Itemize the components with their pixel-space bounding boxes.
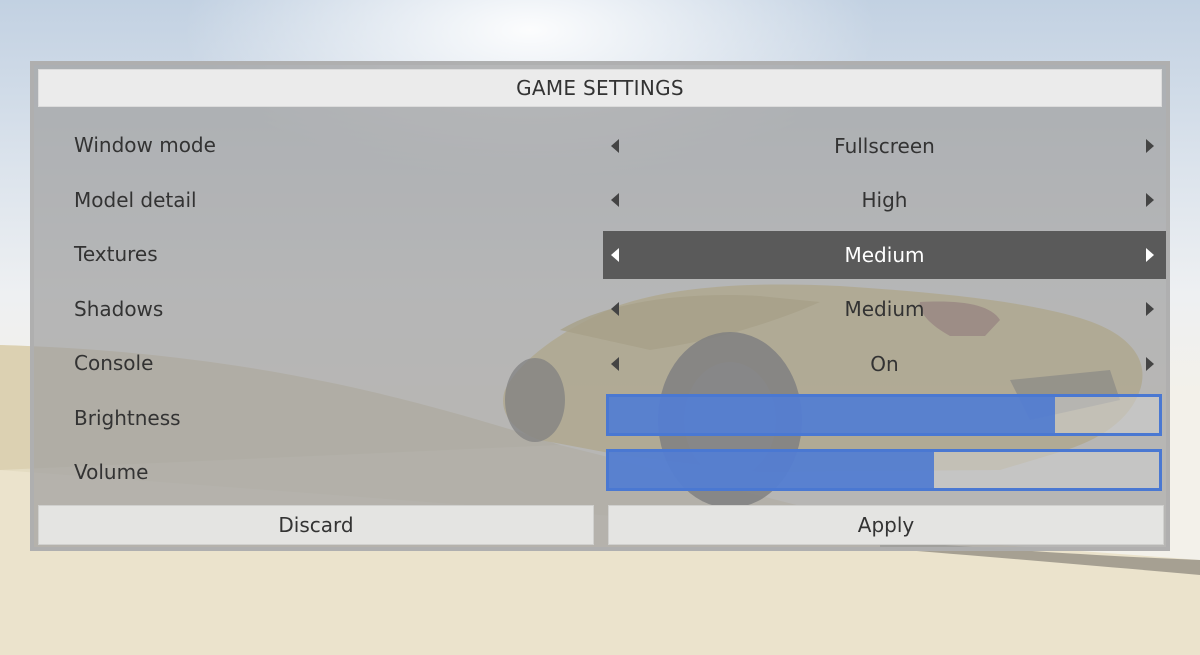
arrow-right-icon[interactable] <box>1146 302 1154 316</box>
console-value: On <box>870 352 899 376</box>
arrow-right-icon[interactable] <box>1146 139 1154 153</box>
volume-slider-fill <box>609 452 934 488</box>
settings-panel: GAME SETTINGS Window mode Fullscreen Mod… <box>30 61 1170 551</box>
model-detail-label: Model detail <box>74 188 197 212</box>
arrow-right-icon[interactable] <box>1146 357 1154 371</box>
console-label: Console <box>74 351 154 375</box>
arrow-right-icon[interactable] <box>1146 193 1154 207</box>
textures-value: Medium <box>844 243 925 267</box>
shadows-selector[interactable]: Medium <box>603 285 1166 333</box>
brightness-slider-fill <box>609 397 1055 433</box>
model-detail-selector[interactable]: High <box>603 176 1166 224</box>
textures-label: Textures <box>74 242 158 266</box>
volume-slider[interactable] <box>606 449 1162 491</box>
textures-selector[interactable]: Medium <box>603 231 1166 279</box>
panel-title: GAME SETTINGS <box>38 69 1162 107</box>
brightness-label: Brightness <box>74 406 181 430</box>
window-mode-value: Fullscreen <box>834 134 935 158</box>
shadows-value: Medium <box>844 297 925 321</box>
model-detail-value: High <box>861 188 908 212</box>
discard-button[interactable]: Discard <box>38 505 594 545</box>
apply-button[interactable]: Apply <box>608 505 1164 545</box>
volume-label: Volume <box>74 460 149 484</box>
window-mode-selector[interactable]: Fullscreen <box>603 122 1166 170</box>
shadows-label: Shadows <box>74 297 164 321</box>
brightness-slider[interactable] <box>606 394 1162 436</box>
arrow-right-icon[interactable] <box>1146 248 1154 262</box>
window-mode-label: Window mode <box>74 133 216 157</box>
console-selector[interactable]: On <box>603 340 1166 388</box>
